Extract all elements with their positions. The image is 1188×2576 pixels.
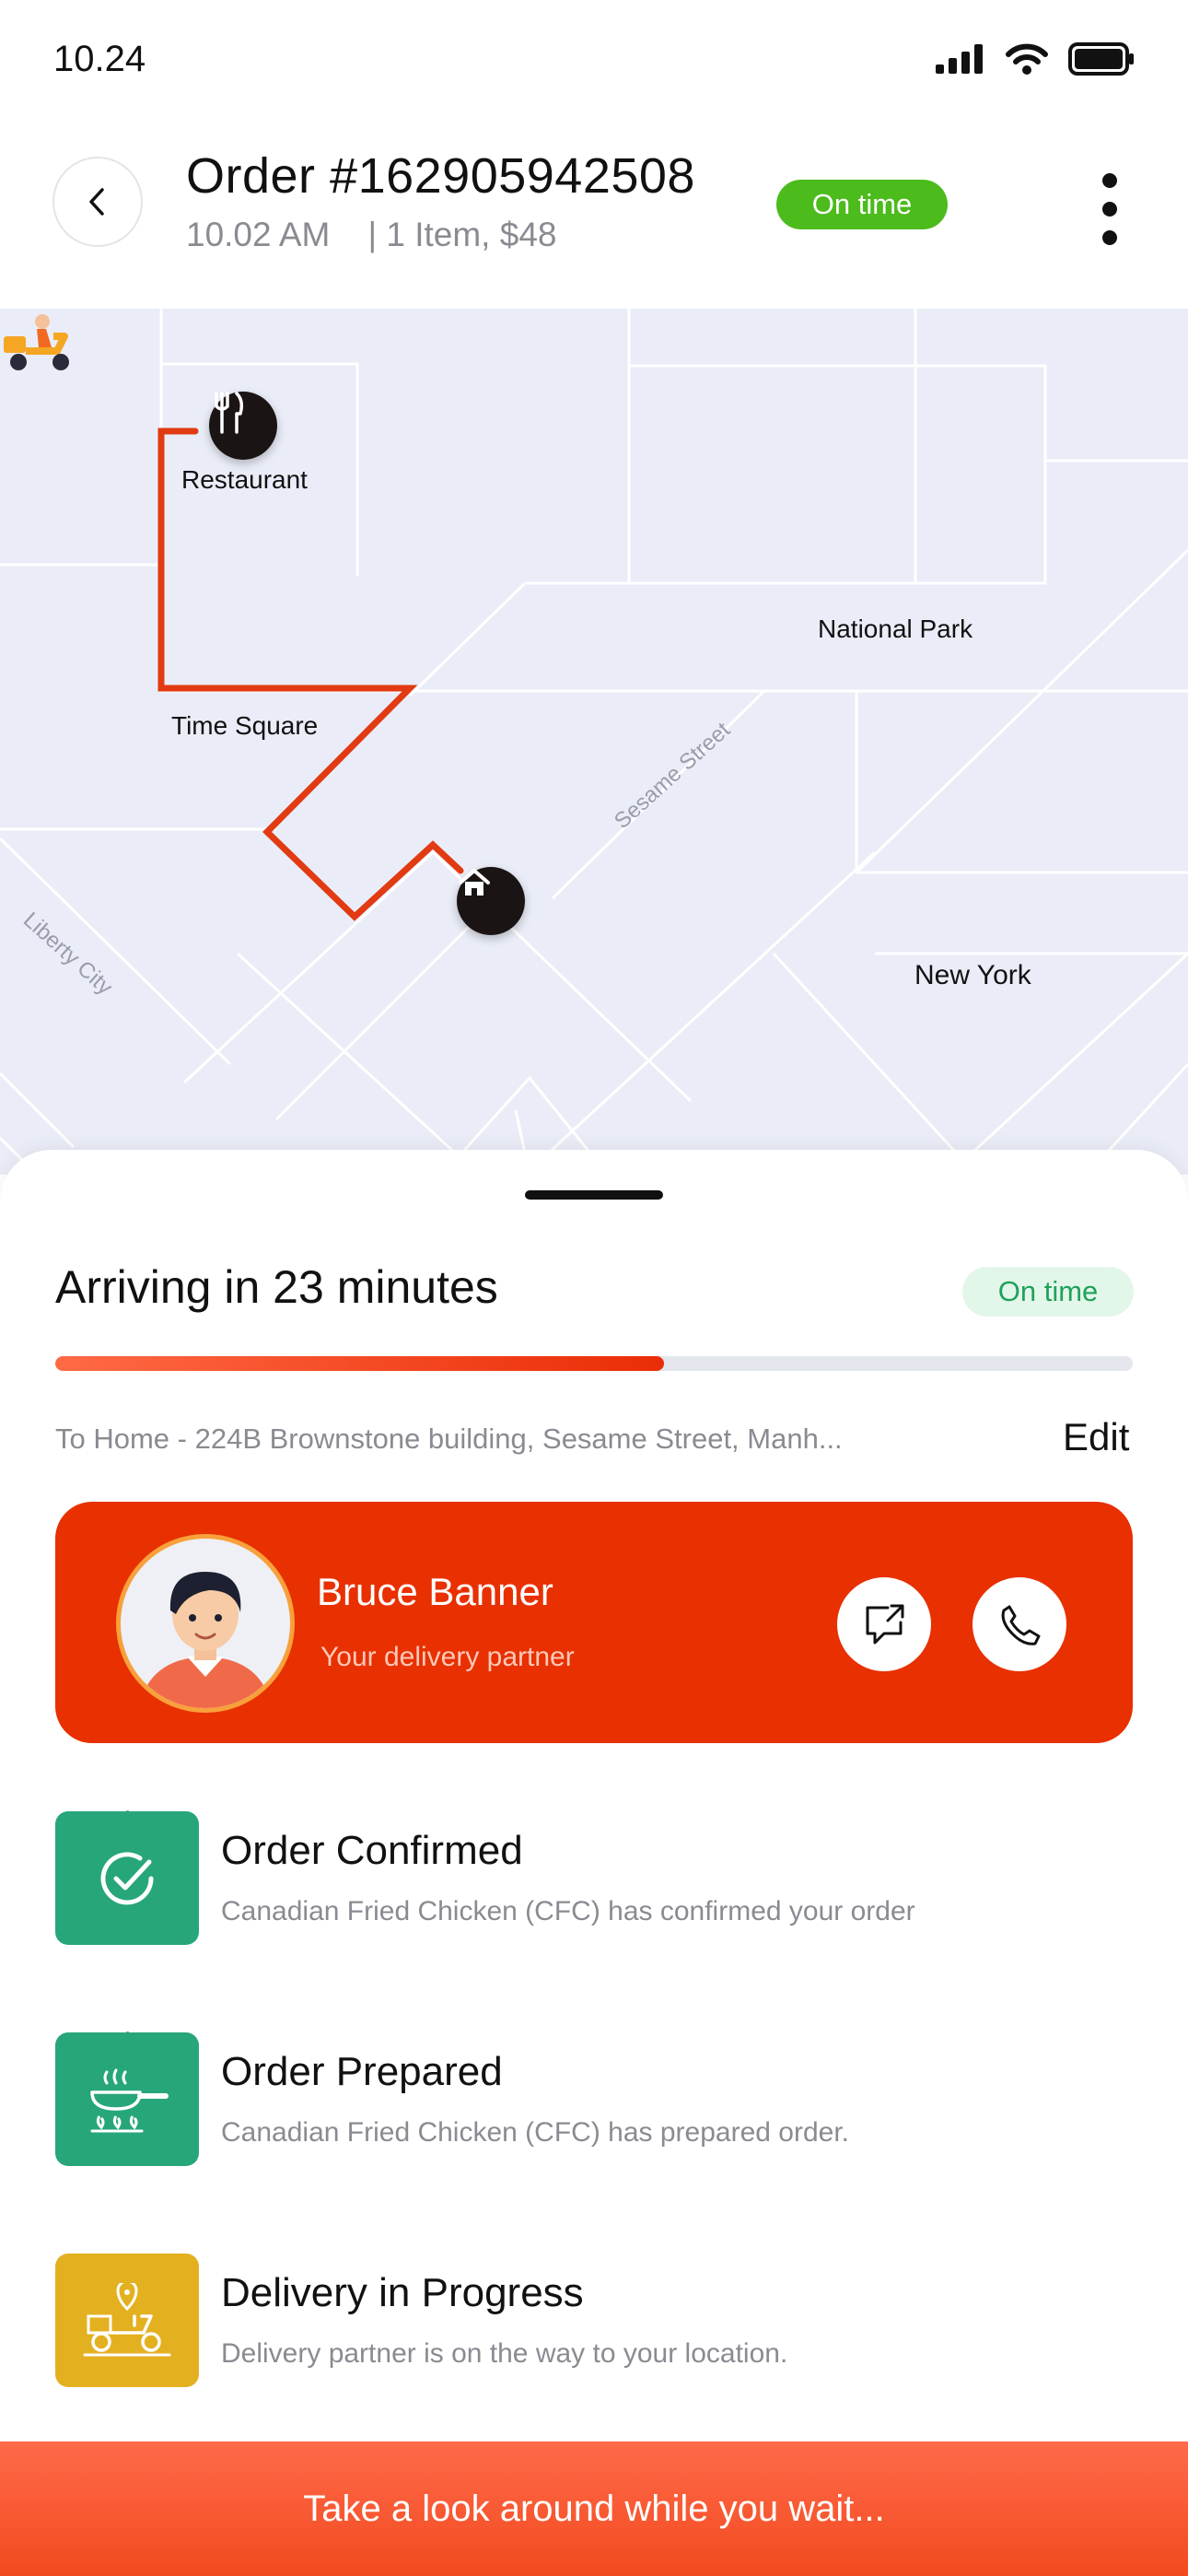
drag-handle[interactable] [525,1190,663,1200]
more-options-button[interactable] [1091,168,1128,251]
message-partner-button[interactable] [837,1577,931,1671]
home-pin-icon[interactable] [457,867,525,935]
battery-icon [1068,42,1134,76]
timeline-step-confirmed: Order Confirmed Canadian Fried Chicken (… [55,1811,1133,1945]
fork-knife-icon [215,392,244,434]
tracking-sheet: Arriving in 23 minutes On time To Home -… [0,1150,1188,2576]
timeline-step-prepared: Order Prepared Canadian Fried Chicken (C… [55,2032,1133,2166]
order-title: Order #162905942508 [186,148,695,204]
back-button[interactable] [52,157,143,247]
call-partner-button[interactable] [973,1577,1066,1671]
edit-address-button[interactable]: Edit [1063,1415,1129,1459]
more-dot-icon [1102,230,1117,245]
chat-icon [866,1604,904,1645]
partner-avatar-icon [121,1539,290,1708]
order-time: 10.02 AM [186,216,331,253]
scooter-icon [4,314,69,370]
status-bar: 10.24 [0,0,1188,120]
step-icon-box [55,2032,199,2166]
map-streets [0,309,1188,1175]
order-subtitle: 10.02 AM | 1 Item, $48 [186,216,556,254]
phone-icon [1001,1605,1041,1645]
order-summary: | 1 Item, $48 [367,216,557,253]
arrival-eta: Arriving in 23 minutes [55,1261,498,1313]
step-description: Canadian Fried Chicken (CFC) has confirm… [221,1896,915,1926]
browse-cta-label: Take a look around while you wait... [303,2488,885,2529]
partner-role: Your delivery partner [320,1642,575,1672]
place-label-national-park: National Park [818,615,973,643]
step-title: Delivery in Progress [221,2270,584,2315]
status-badge: On time [776,180,948,229]
step-title: Order Confirmed [221,1828,523,1873]
step-title: Order Prepared [221,2049,503,2094]
delivery-partner-card: Bruce Banner Your delivery partner [55,1502,1133,1743]
delivery-address: To Home - 224B Brownstone building, Sesa… [55,1423,843,1455]
wifi-icon [1006,43,1048,75]
more-dot-icon [1102,202,1117,217]
status-time: 10.24 [53,39,146,79]
place-label-time-square: Time Square [171,711,319,740]
status-icons [936,41,1135,77]
chevron-left-icon [89,188,104,216]
browse-cta-button[interactable]: Take a look around while you wait... [0,2441,1188,2576]
cooking-pan-icon [90,2068,169,2132]
place-label-new-york: New York [914,960,1031,990]
partner-name: Bruce Banner [317,1570,553,1613]
avatar [116,1534,295,1713]
signal-icon [936,44,983,74]
delivery-scooter-icon [83,2282,171,2356]
timeline-step-delivery: Delivery in Progress Delivery partner is… [55,2254,1133,2387]
delivery-progress-bar [55,1356,1133,1371]
delivery-progress-fill [55,1356,665,1371]
place-label-restaurant: Restaurant [181,465,308,494]
more-dot-icon [1102,173,1117,188]
home-icon [459,869,490,896]
step-description: Canadian Fried Chicken (CFC) has prepare… [221,2117,849,2148]
restaurant-pin-icon[interactable] [209,392,277,460]
eta-status-badge: On time [962,1267,1134,1317]
delivery-map[interactable]: Restaurant Time Square National Park New… [0,309,1188,1175]
order-header: Order #162905942508 10.02 AM | 1 Item, $… [0,120,1188,309]
check-circle-icon [100,1851,154,1904]
step-description: Delivery partner is on the way to your l… [221,2338,788,2369]
step-icon-box [55,2254,199,2387]
step-icon-box [55,1811,199,1945]
